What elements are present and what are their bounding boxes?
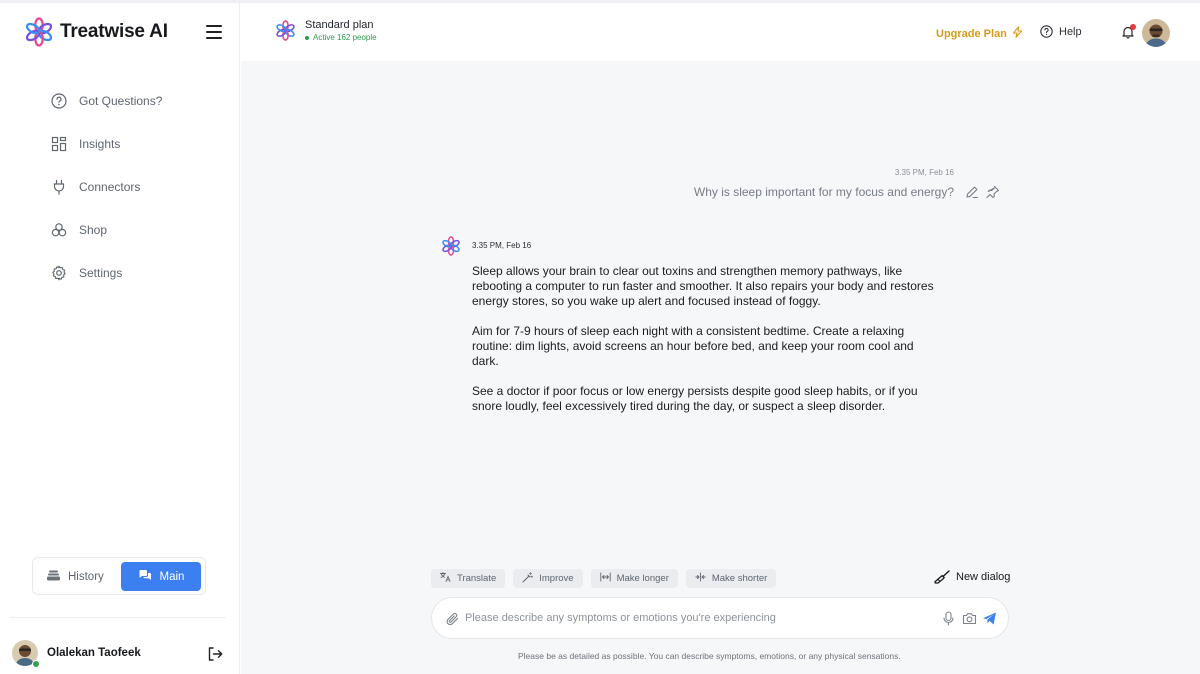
chip-label: Make shorter (711, 573, 768, 584)
magic-wand-icon (522, 571, 534, 586)
make-longer-chip[interactable]: Make longer (590, 569, 678, 588)
sidebar-item-got-questions[interactable]: Got Questions? (50, 79, 162, 122)
message-input[interactable] (465, 608, 925, 628)
active-dot-icon (305, 35, 309, 40)
upgrade-plan-label: Upgrade Plan (936, 28, 1007, 40)
header-user-avatar[interactable] (1142, 19, 1170, 47)
history-tab-button[interactable]: History (47, 562, 121, 591)
chip-label: Improve (539, 573, 574, 584)
lightning-icon (1012, 25, 1023, 43)
quick-actions: Translate Improve Make longer Make short… (431, 569, 784, 588)
sidebar-nav: Got Questions? Insights Connectors Shop … (50, 79, 162, 294)
hamburger-menu-icon[interactable] (206, 25, 222, 39)
compress-horizontal-icon (695, 572, 706, 585)
translate-chip[interactable]: Translate (431, 569, 506, 588)
chat-area: 3.35 PM, Feb 16 Why is sleep important f… (241, 61, 1200, 674)
view-switcher: History Main (32, 557, 206, 595)
improve-chip[interactable]: Improve (513, 569, 583, 588)
translate-icon (440, 572, 451, 585)
history-stack-icon (47, 570, 60, 584)
ai-paragraph: See a doctor if poor focus or low energy… (472, 384, 918, 413)
plan-name: Standard plan (305, 19, 374, 31)
sidebar-item-settings[interactable]: Settings (50, 251, 162, 294)
sidebar-item-shop[interactable]: Shop (50, 208, 162, 251)
brand[interactable]: Treatwise AI (24, 17, 168, 47)
attach-paperclip-icon[interactable] (446, 612, 459, 626)
shop-icon (50, 221, 68, 239)
main-tab-label: Main (159, 570, 185, 583)
sidebar-item-label: Connectors (79, 179, 141, 194)
sidebar-item-label: Shop (79, 222, 108, 237)
user-profile[interactable]: Olalekan Taofeek (12, 640, 141, 668)
gear-icon (50, 264, 68, 282)
brand-logo-icon (25, 17, 53, 47)
sidebar-item-insights[interactable]: Insights (50, 122, 162, 165)
make-shorter-chip[interactable]: Make shorter (685, 569, 777, 588)
message-composer (431, 597, 1009, 639)
ai-paragraph: Sleep allows your brain to clear out tox… (472, 264, 934, 308)
pin-icon[interactable] (986, 185, 1000, 199)
help-button[interactable]: Help (1040, 25, 1082, 38)
help-label: Help (1059, 25, 1082, 38)
plan-info: Standard plan Active 162 people (275, 19, 377, 42)
user-message: Why is sleep important for my focus and … (693, 185, 954, 199)
send-icon[interactable] (982, 611, 997, 626)
ai-avatar-icon (442, 236, 460, 256)
sidebar-item-label: Got Questions? (79, 93, 163, 108)
grid-icon (50, 135, 68, 153)
top-header: Standard plan Active 162 people Upgrade … (241, 3, 1200, 61)
notification-badge (1130, 24, 1136, 30)
expand-horizontal-icon (599, 572, 611, 585)
new-dialog-label: New dialog (956, 571, 1011, 583)
plan-status-text: Active 162 people (313, 33, 377, 42)
new-dialog-button[interactable]: New dialog (934, 570, 1010, 584)
user-name: Olalekan Taofeek (47, 647, 141, 659)
plan-logo-icon (276, 20, 295, 41)
sidebar-item-label: Settings (79, 265, 123, 280)
plan-status: Active 162 people (305, 33, 377, 42)
chat-bubbles-icon (138, 569, 152, 584)
ai-message: Sleep allows your brain to clear out tox… (472, 264, 942, 429)
notifications-button[interactable] (1121, 24, 1136, 39)
main-tab-button[interactable]: Main (121, 562, 201, 591)
plug-icon (50, 178, 68, 196)
user-message-time: 3.35 PM, Feb 16 (894, 168, 954, 177)
online-status-dot (32, 660, 40, 668)
question-circle-icon (50, 92, 68, 110)
chip-label: Make longer (616, 573, 669, 584)
sidebar-item-connectors[interactable]: Connectors (50, 165, 162, 208)
composer-hint: Please be as detailed as possible. You c… (518, 651, 901, 661)
help-circle-icon (1040, 25, 1053, 38)
ai-message-time: 3.35 PM, Feb 16 (472, 241, 532, 250)
camera-icon[interactable] (962, 611, 977, 626)
brand-name: Treatwise AI (60, 21, 168, 42)
microphone-icon[interactable] (942, 611, 955, 626)
broom-icon (934, 570, 950, 584)
upgrade-plan-button[interactable]: Upgrade Plan (936, 25, 1023, 43)
sidebar: Treatwise AI Got Questions? Insights Con… (0, 3, 240, 674)
history-tab-label: History (68, 570, 104, 583)
ai-paragraph: Aim for 7-9 hours of sleep each night wi… (472, 324, 914, 368)
chip-label: Translate (457, 573, 497, 584)
sidebar-item-label: Insights (79, 136, 121, 151)
edit-pencil-icon[interactable] (965, 185, 979, 199)
logout-icon[interactable] (207, 646, 223, 662)
sidebar-divider (10, 617, 226, 618)
